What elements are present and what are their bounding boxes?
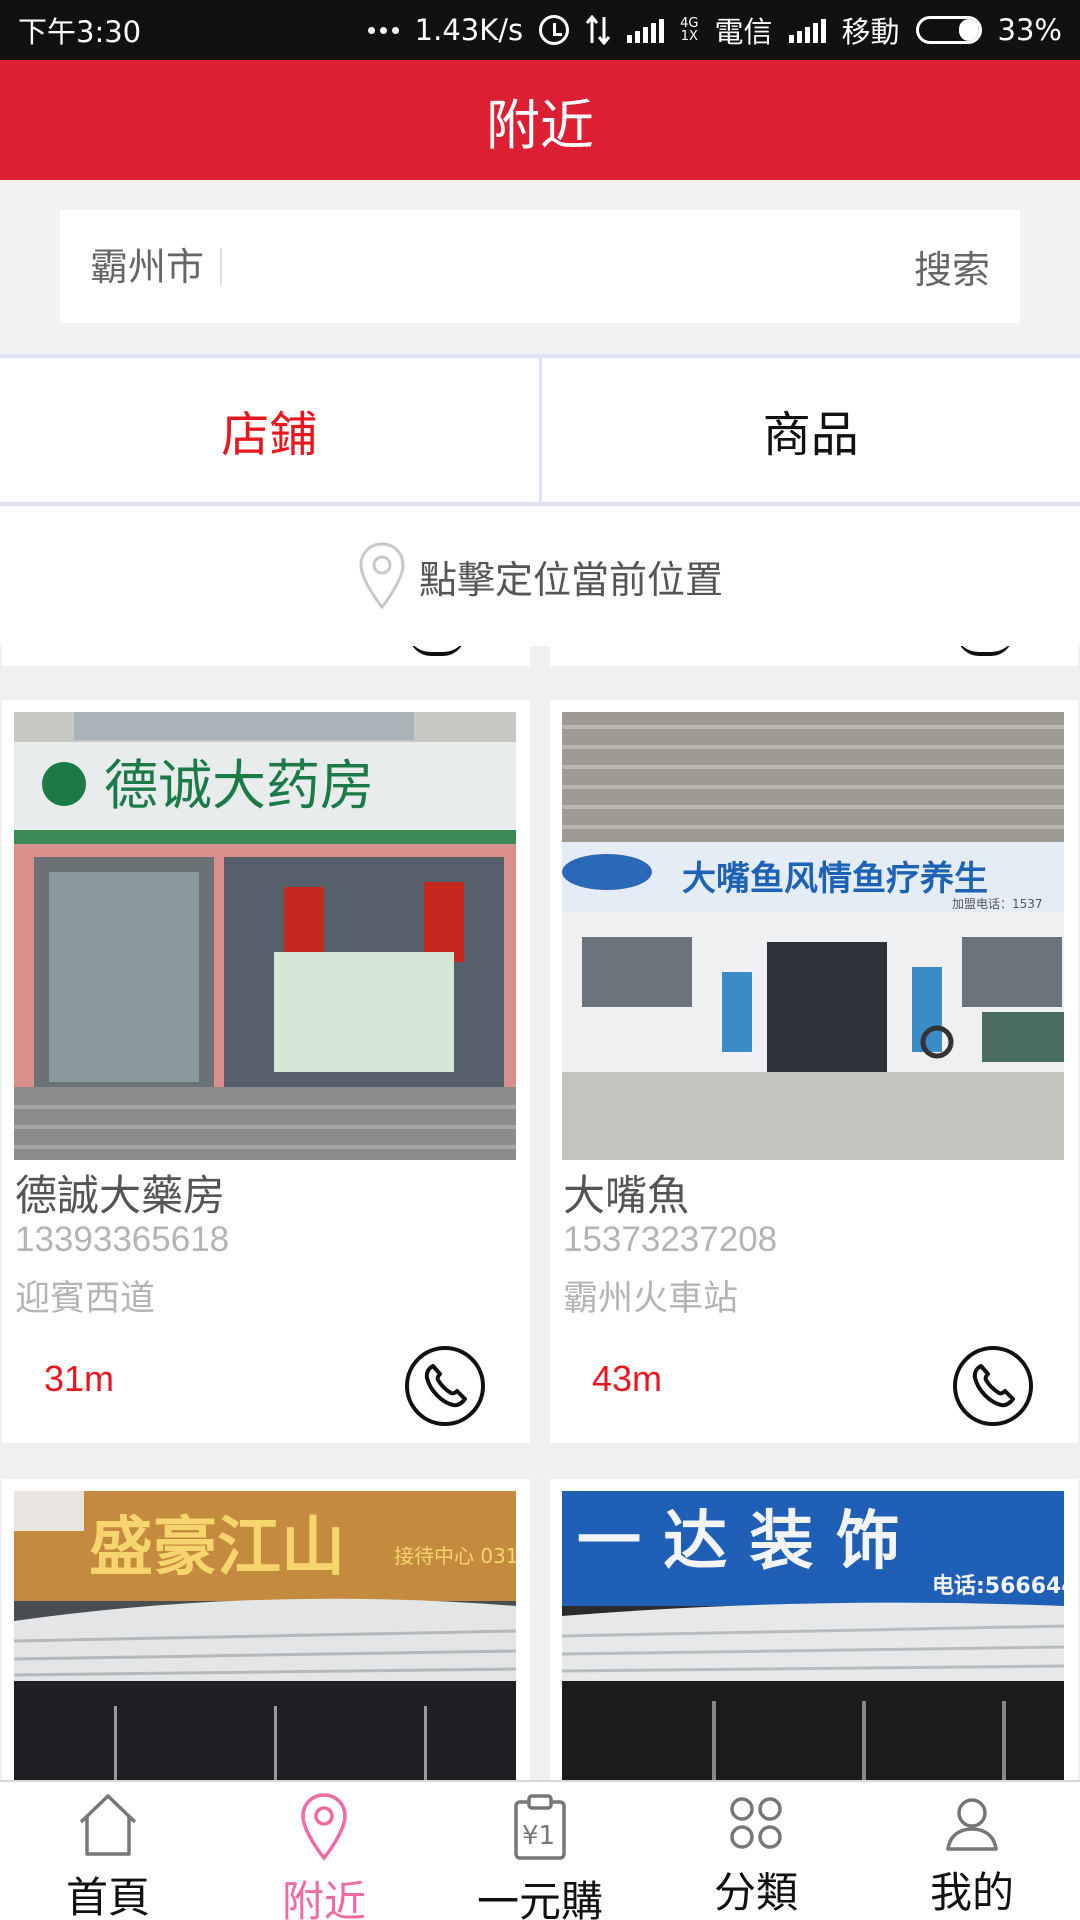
carrier-1: 電信: [714, 15, 773, 49]
tab-shops[interactable]: 店鋪: [0, 358, 539, 502]
data-transfer-icon: [585, 15, 611, 45]
tab-products[interactable]: 商品: [542, 358, 1080, 502]
tab-bar: 店鋪 商品: [0, 354, 1080, 506]
locate-label: 點擊定位當前位置: [418, 557, 723, 602]
shop-list: 德诚大药房 德誠大藥房 13393365618 迎賓西道 31m 大嘴鱼风情鱼疗…: [0, 646, 1080, 1780]
nav-one-yuan[interactable]: ¥1 一元購: [432, 1782, 648, 1920]
shop-photo: 一 达 装 饰 电话:5666444: [562, 1491, 1064, 1780]
search-button[interactable]: 搜索: [914, 239, 990, 294]
shop-distance: 43m: [592, 1358, 663, 1399]
net-type-bottom: 1X: [680, 29, 698, 44]
search-input[interactable]: [236, 244, 914, 289]
svg-text:大嘴鱼风情鱼疗养生: 大嘴鱼风情鱼疗养生: [682, 859, 988, 899]
shop-card[interactable]: 德诚大药房 德誠大藥房 13393365618 迎賓西道 31m: [2, 700, 530, 1443]
search-area: 霸州市 搜索: [0, 180, 1080, 354]
nav-category[interactable]: 分類: [648, 1782, 864, 1920]
nav-home-label: 首頁: [65, 1873, 150, 1920]
carrier-2: 移動: [841, 15, 900, 49]
search-box: 霸州市 搜索: [60, 210, 1020, 323]
svg-text:电话:5666444: 电话:5666444: [932, 1574, 1064, 1599]
locate-button[interactable]: 點擊定位當前位置: [0, 506, 1080, 646]
shop-card[interactable]: 盛豪江山 接待中心 0316-7866555: [2, 1479, 530, 1780]
home-icon: [73, 1792, 143, 1858]
nav-category-label: 分類: [713, 1868, 798, 1917]
shop-card[interactable]: 大嘴鱼风情鱼疗养生 加盟电话：1537 大嘴魚 15373237208 霸州火車…: [550, 700, 1078, 1443]
shop-name: 德誠大藥房: [15, 1171, 226, 1220]
partial-shop-card: [2, 646, 530, 666]
partial-shop-card: [550, 646, 1078, 666]
phone-icon: [972, 1364, 1015, 1408]
shop-photo: 大嘴鱼风情鱼疗养生 加盟电话：1537: [562, 712, 1064, 1160]
status-bar: 下午3:30 1.43K/s 4G 1X 電信 移動 33%: [0, 0, 1080, 60]
location-pin-icon: [359, 542, 405, 610]
nav-mine[interactable]: 我的: [864, 1782, 1080, 1920]
svg-text:¥1: ¥1: [522, 1821, 555, 1851]
network-speed: 1.43K/s: [414, 13, 524, 47]
location-pin-icon: [289, 1792, 359, 1862]
bottom-nav: 首頁 附近 ¥1 一元購 分類 我的: [0, 1780, 1080, 1920]
svg-text:加盟电话：1537: 加盟电话：1537: [952, 897, 1043, 911]
signal-1-icon: [627, 17, 665, 43]
svg-text:一 达 装 饰: 一 达 装 饰: [577, 1504, 900, 1579]
phone-call-icon: [957, 646, 1013, 656]
signal-2-icon: [788, 17, 826, 43]
battery-fill: [958, 19, 979, 41]
call-button[interactable]: [405, 1346, 485, 1426]
clipboard-yuan-icon: ¥1: [505, 1792, 575, 1862]
shop-address: 迎賓西道: [15, 1279, 156, 1319]
battery-icon: [915, 16, 982, 44]
net-type: 4G 1X: [680, 17, 698, 43]
app-header: 附近: [0, 60, 1080, 180]
call-button[interactable]: [953, 1346, 1033, 1426]
nav-nearby[interactable]: 附近: [216, 1782, 432, 1920]
nav-nearby-label: 附近: [281, 1877, 366, 1920]
shop-address: 霸州火車站: [563, 1279, 739, 1319]
category-grid-icon: [721, 1792, 791, 1853]
shop-card[interactable]: 一 达 装 饰 电话:5666444: [550, 1479, 1078, 1780]
alarm-icon: [539, 15, 570, 45]
user-icon: [937, 1792, 1007, 1853]
shop-phone: 15373237208: [563, 1220, 778, 1259]
shop-name: 大嘴魚: [563, 1171, 690, 1220]
city-selector[interactable]: 霸州市: [90, 247, 223, 286]
shop-distance: 31m: [44, 1358, 115, 1399]
battery-percent: 33%: [997, 13, 1062, 47]
phone-icon: [424, 1364, 467, 1408]
shop-phone: 13393365618: [15, 1220, 230, 1259]
shop-photo: 德诚大药房: [14, 712, 516, 1160]
nav-home[interactable]: 首頁: [0, 1782, 216, 1920]
nav-mine-label: 我的: [929, 1868, 1014, 1917]
svg-text:盛豪江山: 盛豪江山: [89, 1510, 345, 1585]
nav-one-yuan-label: 一元購: [476, 1877, 603, 1920]
svg-text:接待中心 0316-7866555: 接待中心 0316-7866555: [394, 1544, 516, 1568]
shop-photo: 盛豪江山 接待中心 0316-7866555: [14, 1491, 516, 1780]
more-dots-icon: [367, 26, 399, 34]
phone-call-icon: [409, 646, 465, 656]
page-title: 附近: [486, 93, 594, 157]
svg-text:德诚大药房: 德诚大药房: [104, 754, 374, 817]
status-time: 下午3:30: [18, 15, 142, 49]
